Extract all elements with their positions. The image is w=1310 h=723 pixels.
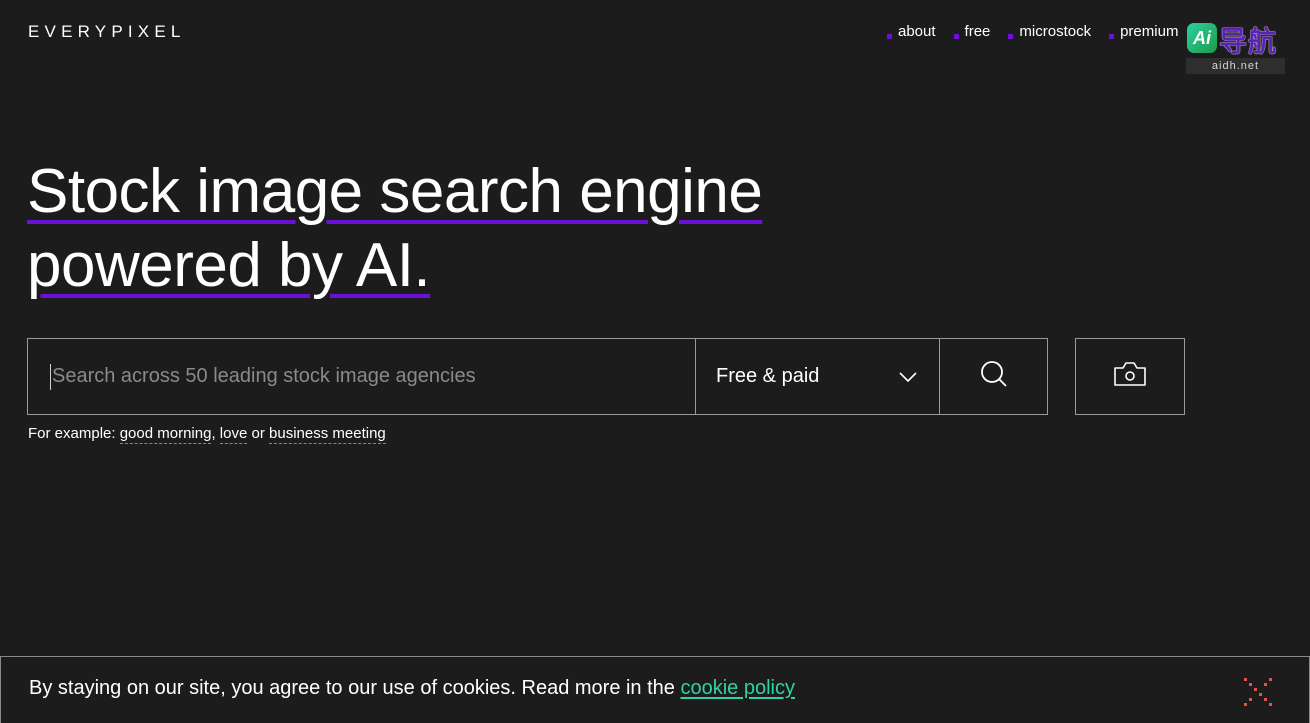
search-bar: Free & paid bbox=[27, 338, 1048, 415]
nav-free[interactable]: free bbox=[952, 23, 991, 40]
hero-headline: Stock image search engine powered by AI. bbox=[27, 155, 763, 303]
hero-line-2: powered by AI. bbox=[27, 231, 431, 300]
watermark-badge: Ai 导航 aidh.net bbox=[1186, 20, 1286, 75]
cookie-policy-link[interactable]: cookie policy bbox=[680, 677, 795, 699]
page: EVERYPIXEL about free microstock premium… bbox=[0, 0, 1310, 723]
search-button[interactable] bbox=[939, 339, 1047, 414]
image-search-button[interactable] bbox=[1075, 338, 1185, 415]
cookie-text: By staying on our site, you agree to our… bbox=[29, 677, 675, 699]
search-input[interactable] bbox=[28, 339, 695, 414]
price-filter-select[interactable]: Free & paid bbox=[695, 339, 939, 414]
top-nav: about free microstock premium bbox=[885, 23, 1194, 40]
nav-free-label: free bbox=[964, 23, 991, 40]
example-link-business-meeting[interactable]: business meeting bbox=[269, 425, 386, 444]
price-filter-value: Free & paid bbox=[716, 365, 820, 387]
example-link-good-morning[interactable]: good morning bbox=[119, 425, 212, 444]
search-icon bbox=[979, 359, 1009, 394]
example-link-love[interactable]: love bbox=[219, 425, 248, 444]
camera-icon bbox=[1112, 360, 1148, 393]
cookie-banner: By staying on our site, you agree to our… bbox=[0, 656, 1310, 723]
examples-separator-or: or bbox=[251, 425, 265, 442]
nav-microstock[interactable]: microstock bbox=[1006, 23, 1091, 40]
watermark-cn-text: 导航 bbox=[1219, 26, 1278, 57]
nav-about[interactable]: about bbox=[885, 23, 936, 40]
hero-line-1: Stock image search engine bbox=[27, 157, 763, 226]
cookie-message: By staying on our site, you agree to our… bbox=[29, 677, 795, 700]
watermark-domain: aidh.net bbox=[1186, 58, 1285, 74]
nav-dot-icon bbox=[953, 34, 959, 39]
nav-about-label: about bbox=[898, 23, 936, 40]
nav-dot-icon bbox=[887, 34, 892, 39]
nav-dot-icon bbox=[1008, 34, 1014, 39]
nav-microstock-label: microstock bbox=[1019, 23, 1092, 40]
nav-dot-icon bbox=[1109, 34, 1115, 39]
text-caret bbox=[50, 364, 51, 390]
nav-premium-label: premium bbox=[1120, 23, 1179, 40]
examples-prefix: For example: bbox=[28, 425, 116, 442]
close-icon[interactable] bbox=[1241, 675, 1275, 709]
search-input-wrap bbox=[28, 339, 695, 414]
search-examples: For example: good morning, love or busin… bbox=[28, 425, 386, 444]
ai-logo-icon: Ai bbox=[1187, 23, 1217, 53]
nav-premium[interactable]: premium bbox=[1107, 23, 1178, 40]
chevron-down-icon bbox=[899, 365, 917, 388]
everypixel-logo[interactable]: EVERYPIXEL bbox=[28, 22, 186, 42]
examples-separator: , bbox=[211, 425, 216, 442]
